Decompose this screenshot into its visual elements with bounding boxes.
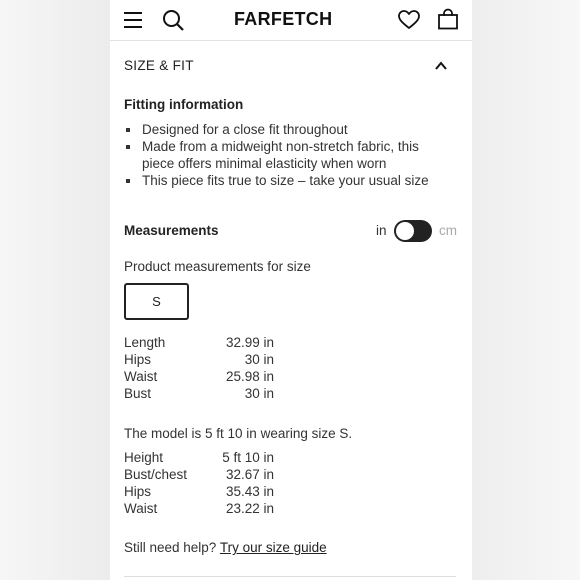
measurement-label: Length xyxy=(124,335,166,350)
menu-icon[interactable] xyxy=(123,10,143,30)
product-measurements-table: Length 32.99 in Hips 30 in Waist 25.98 i… xyxy=(124,334,274,402)
measurement-label: Height xyxy=(124,450,164,465)
measurement-value: 32.67 in xyxy=(225,467,274,482)
table-row: Waist 23.22 in xyxy=(124,500,274,517)
heart-icon[interactable] xyxy=(398,10,420,30)
measurement-value: 32.99 in xyxy=(225,335,274,350)
table-row: Hips 35.43 in xyxy=(124,483,274,500)
measurement-value: 23.22 in xyxy=(225,501,274,516)
size-guide-link[interactable]: Try our size guide xyxy=(220,540,327,555)
top-navigation-bar: FARFETCH xyxy=(110,0,472,41)
fitting-information-list: Designed for a close fit throughout Made… xyxy=(124,121,454,189)
table-row: Bust 30 in xyxy=(124,385,274,402)
list-item: Designed for a close fit throughout xyxy=(124,121,454,138)
list-item: This piece fits true to size – take your… xyxy=(124,172,454,189)
bag-icon[interactable] xyxy=(437,8,459,30)
background-left xyxy=(0,0,110,580)
toggle-knob xyxy=(396,222,414,240)
fitting-information-heading: Fitting information xyxy=(124,97,244,112)
measurement-value: 30 in xyxy=(244,386,274,401)
farfetch-logo[interactable]: FARFETCH xyxy=(234,9,332,30)
measurement-value: 35.43 in xyxy=(225,484,274,499)
unit-label-cm: cm xyxy=(439,223,457,238)
list-item: Made from a midweight non-stretch fabric… xyxy=(124,138,454,172)
model-measurements-table: Height 5 ft 10 in Bust/chest 32.67 in Hi… xyxy=(124,449,274,517)
table-row: Hips 30 in xyxy=(124,351,274,368)
measurement-label: Bust xyxy=(124,386,152,401)
measurement-label: Waist xyxy=(124,369,158,384)
measurement-label: Hips xyxy=(124,352,152,367)
help-text: Still need help? Try our size guide xyxy=(124,540,327,555)
measurement-label: Hips xyxy=(124,484,152,499)
measurement-label: Bust/chest xyxy=(124,467,188,482)
size-fit-section-title[interactable]: SIZE & FIT xyxy=(124,58,194,73)
table-row: Length 32.99 in xyxy=(124,334,274,351)
background-right xyxy=(472,0,580,580)
model-info-text: The model is 5 ft 10 in wearing size S. xyxy=(124,426,353,441)
measurement-value: 25.98 in xyxy=(225,369,274,384)
measurements-heading: Measurements xyxy=(124,223,219,238)
search-icon[interactable] xyxy=(162,9,184,31)
size-button-s[interactable]: S xyxy=(124,283,189,320)
measurement-label: Waist xyxy=(124,501,158,516)
measurement-value: 5 ft 10 in xyxy=(222,450,274,465)
table-row: Waist 25.98 in xyxy=(124,368,274,385)
product-measurements-label: Product measurements for size xyxy=(124,259,311,274)
divider xyxy=(124,576,456,577)
table-row: Height 5 ft 10 in xyxy=(124,449,274,466)
chevron-up-icon[interactable] xyxy=(434,59,448,73)
product-page: FARFETCH SIZE & FIT Fitting information … xyxy=(110,0,472,580)
unit-toggle[interactable] xyxy=(394,220,432,242)
measurement-value: 30 in xyxy=(244,352,274,367)
table-row: Bust/chest 32.67 in xyxy=(124,466,274,483)
help-prompt: Still need help? xyxy=(124,540,217,555)
unit-label-in: in xyxy=(376,223,387,238)
